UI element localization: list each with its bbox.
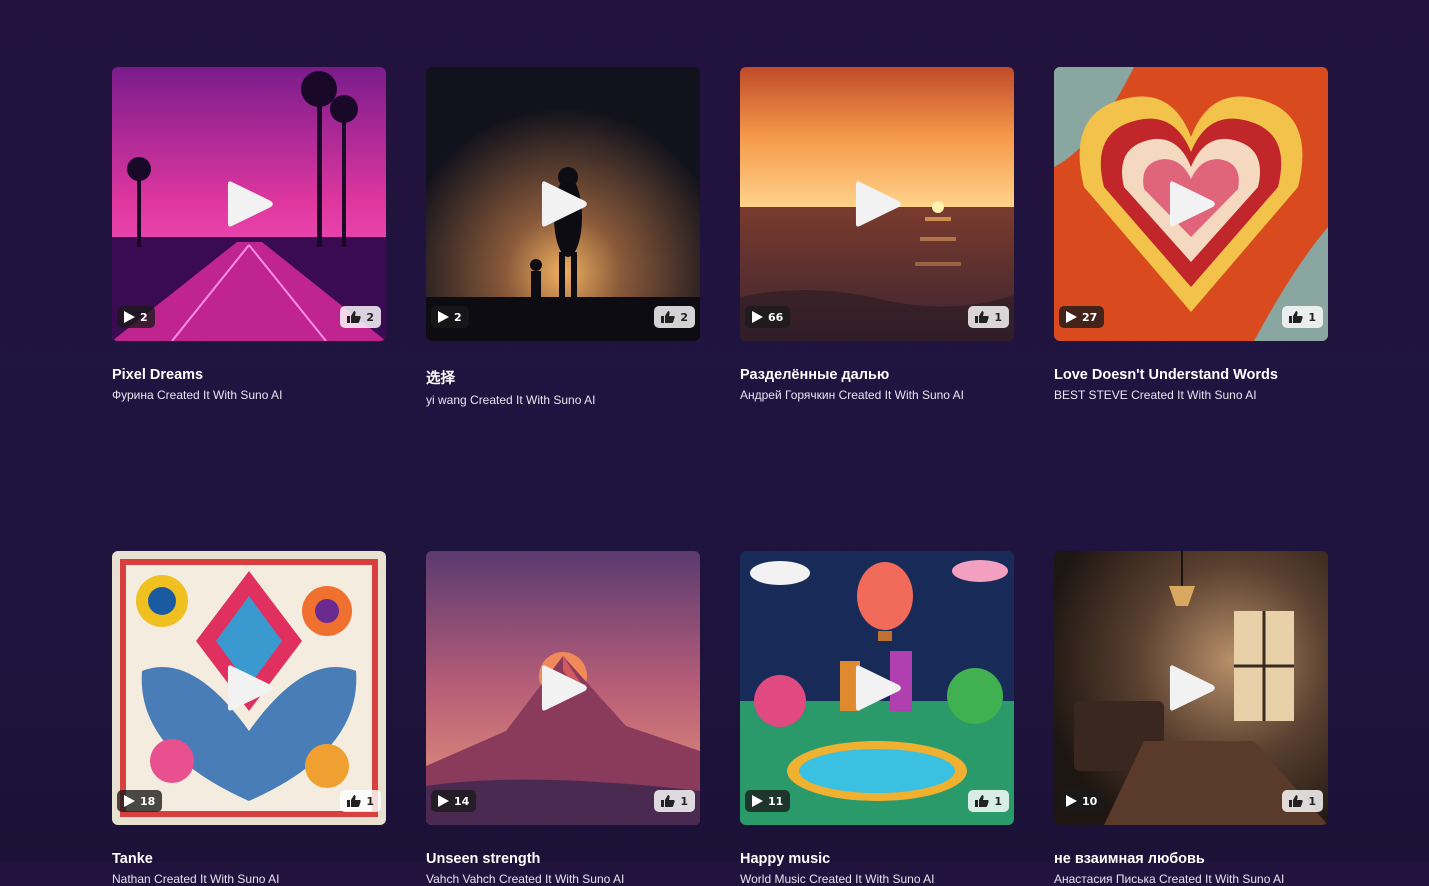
thumbs-up-icon <box>1289 795 1304 807</box>
track-title[interactable]: Love Doesn't Understand Words <box>1054 367 1328 383</box>
play-count: 27 <box>1082 310 1098 324</box>
like-count-badge[interactable]: 2 <box>654 306 695 328</box>
track-grid: 2 2 Pixel Dreams Фурина Created It With … <box>112 67 1328 886</box>
play-count: 14 <box>454 794 470 808</box>
thumbs-up-icon <box>347 311 362 323</box>
track-card[interactable]: 11 1 Happy music World Music Created It … <box>740 551 1014 886</box>
track-subtitle: yi wang Created It With Suno AI <box>426 393 596 407</box>
track-subtitle: Фурина Created It With Suno AI <box>112 388 283 402</box>
track-title[interactable]: Unseen strength <box>426 851 700 867</box>
play-count: 10 <box>1082 794 1098 808</box>
play-count-badge: 2 <box>431 306 469 328</box>
thumbs-up-icon <box>347 795 362 807</box>
track-subtitle: Андрей Горячкин Created It With Suno AI <box>740 388 964 402</box>
like-count-badge[interactable]: 1 <box>1282 306 1323 328</box>
play-count-badge: 11 <box>745 790 791 812</box>
play-count: 2 <box>140 310 148 324</box>
track-cover[interactable]: 2 2 <box>112 67 386 341</box>
track-card[interactable]: 27 1 Love Doesn't Understand Words BEST … <box>1054 67 1328 407</box>
play-count-badge: 14 <box>431 790 477 812</box>
track-subtitle: Анастасия Писька Created It With Suno AI <box>1054 872 1285 886</box>
play-icon[interactable] <box>227 179 274 229</box>
thumbs-up-icon <box>661 795 676 807</box>
track-cover[interactable]: 18 1 <box>112 551 386 825</box>
track-title[interactable]: Разделённые далью <box>740 367 1014 383</box>
track-cover[interactable]: 66 1 <box>740 67 1014 341</box>
play-count-badge: 10 <box>1059 790 1105 812</box>
thumbs-up-icon <box>1289 311 1304 323</box>
like-count: 1 <box>366 794 374 808</box>
play-icon <box>1066 311 1077 323</box>
track-card[interactable]: 18 1 Tanke Nathan Created It With Suno A… <box>112 551 386 886</box>
like-count: 1 <box>1308 794 1316 808</box>
track-cover[interactable]: 14 1 <box>426 551 700 825</box>
track-title[interactable]: 选择 <box>426 367 700 388</box>
play-icon <box>124 311 135 323</box>
track-card[interactable]: 10 1 не взаимная любовь Анастасия Писька… <box>1054 551 1328 886</box>
track-card[interactable]: 14 1 Unseen strength Vahch Vahch Created… <box>426 551 700 886</box>
track-cover[interactable]: 10 1 <box>1054 551 1328 825</box>
track-title[interactable]: Happy music <box>740 851 1014 867</box>
track-subtitle: BEST STEVE Created It With Suno AI <box>1054 388 1257 402</box>
play-count: 11 <box>768 794 784 808</box>
like-count: 1 <box>994 794 1002 808</box>
like-count-badge[interactable]: 1 <box>1282 790 1323 812</box>
thumbs-up-icon <box>975 795 990 807</box>
play-icon[interactable] <box>541 663 588 713</box>
like-count-badge[interactable]: 1 <box>340 790 381 812</box>
track-subtitle: Vahch Vahch Created It With Suno AI <box>426 872 625 886</box>
track-title[interactable]: Tanke <box>112 851 386 867</box>
like-count: 2 <box>366 310 374 324</box>
track-subtitle: World Music Created It With Suno AI <box>740 872 935 886</box>
track-subtitle: Nathan Created It With Suno AI <box>112 872 280 886</box>
like-count-badge[interactable]: 1 <box>968 306 1009 328</box>
play-count: 18 <box>140 794 156 808</box>
play-count: 66 <box>768 310 784 324</box>
play-icon <box>752 311 763 323</box>
play-count-badge: 27 <box>1059 306 1105 328</box>
play-icon[interactable] <box>1169 179 1216 229</box>
track-card[interactable]: 66 1 Разделённые далью Андрей Горячкин C… <box>740 67 1014 407</box>
track-cover[interactable]: 2 2 <box>426 67 700 341</box>
track-title[interactable]: не взаимная любовь <box>1054 851 1328 867</box>
play-icon <box>438 795 449 807</box>
track-cover[interactable]: 27 1 <box>1054 67 1328 341</box>
play-icon <box>1066 795 1077 807</box>
play-count-badge: 66 <box>745 306 791 328</box>
play-icon[interactable] <box>227 663 274 713</box>
play-icon[interactable] <box>541 179 588 229</box>
like-count: 1 <box>1308 310 1316 324</box>
like-count-badge[interactable]: 1 <box>654 790 695 812</box>
play-icon[interactable] <box>855 663 902 713</box>
like-count: 1 <box>994 310 1002 324</box>
thumbs-up-icon <box>661 311 676 323</box>
like-count: 1 <box>680 794 688 808</box>
like-count-badge[interactable]: 2 <box>340 306 381 328</box>
play-count-badge: 2 <box>117 306 155 328</box>
play-icon[interactable] <box>1169 663 1216 713</box>
like-count: 2 <box>680 310 688 324</box>
play-count: 2 <box>454 310 462 324</box>
play-icon <box>124 795 135 807</box>
play-count-badge: 18 <box>117 790 163 812</box>
track-card[interactable]: 2 2 Pixel Dreams Фурина Created It With … <box>112 67 386 407</box>
play-icon <box>752 795 763 807</box>
like-count-badge[interactable]: 1 <box>968 790 1009 812</box>
thumbs-up-icon <box>975 311 990 323</box>
play-icon[interactable] <box>855 179 902 229</box>
track-card[interactable]: 2 2 选择 yi wang Created It With Suno AI <box>426 67 700 407</box>
track-cover[interactable]: 11 1 <box>740 551 1014 825</box>
play-icon <box>438 311 449 323</box>
track-title[interactable]: Pixel Dreams <box>112 367 386 383</box>
